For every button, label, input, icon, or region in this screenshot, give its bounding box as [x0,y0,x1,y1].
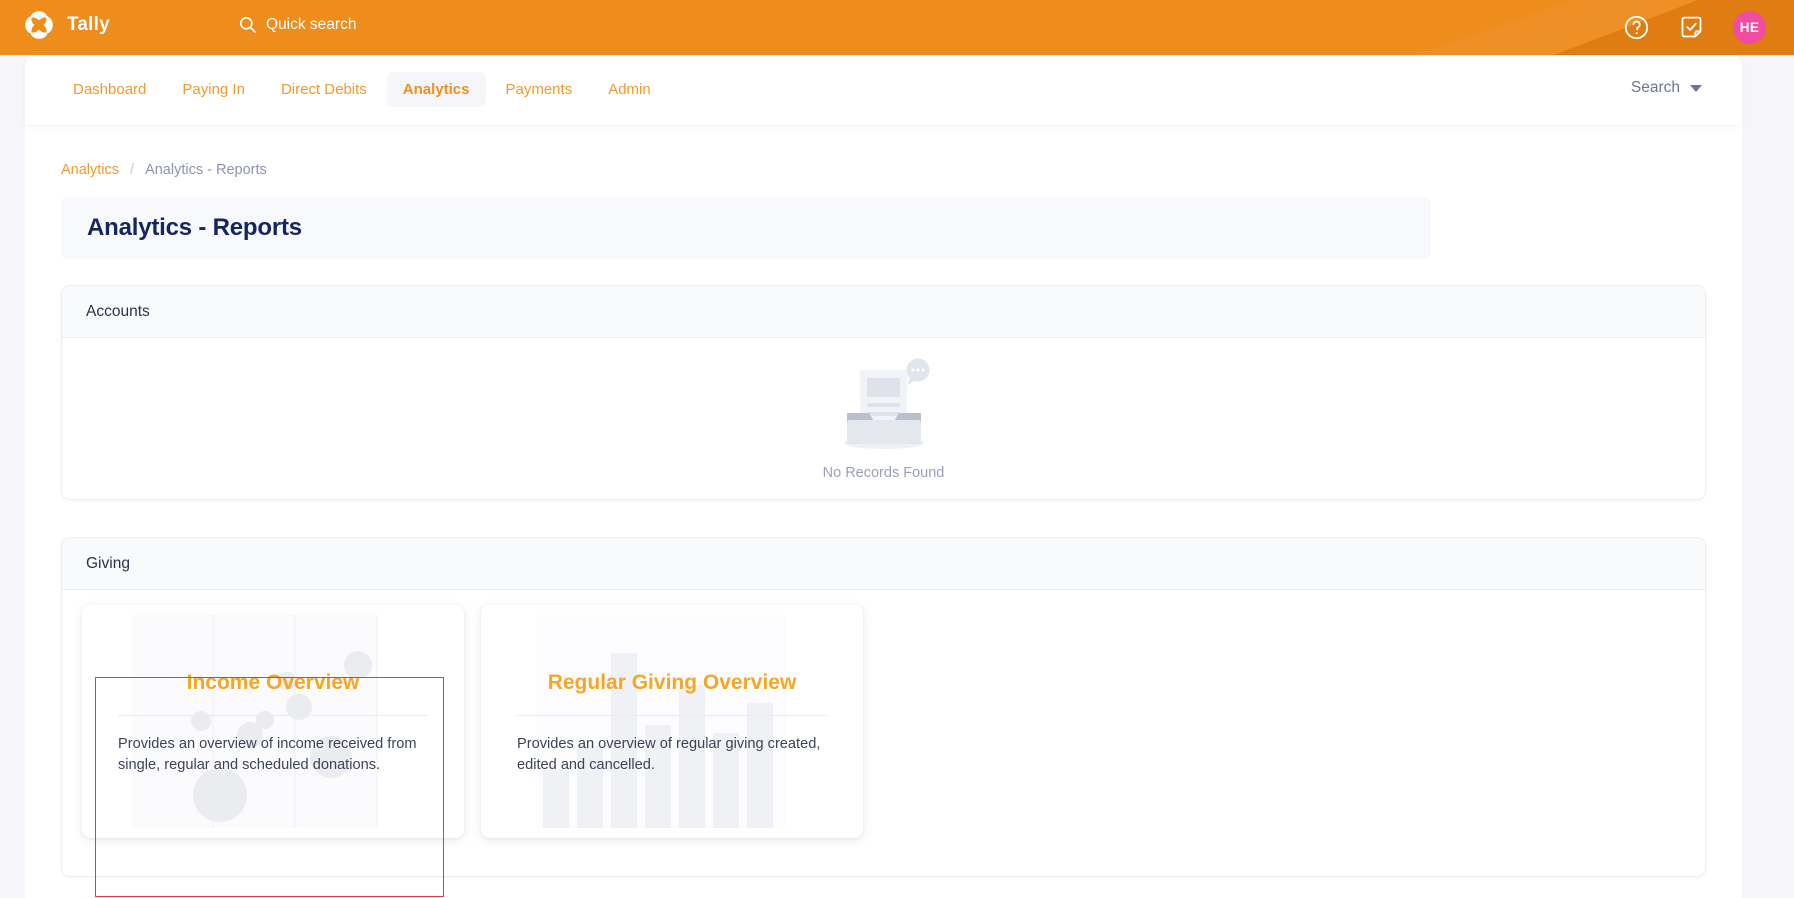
checklist-note-icon[interactable] [1678,14,1705,41]
search-icon [239,16,256,33]
giving-report-card-list: Income Overview Provides an overview of … [62,590,1705,860]
bubble-chart-watermark-icon [132,615,378,828]
right-gutter [1742,125,1794,898]
accounts-section-header: Accounts [62,286,1705,338]
report-card-divider [517,715,827,717]
accounts-empty-state: No Records Found [62,338,1705,499]
accounts-section-title: Accounts [86,302,150,320]
page-title-bar: Analytics - Reports [61,197,1431,259]
nav-item-paying-in[interactable]: Paying In [166,72,261,107]
accounts-empty-text: No Records Found [822,464,945,481]
report-card-description: Provides an overview of income received … [118,736,417,773]
page-title: Analytics - Reports [87,214,302,241]
report-card-title: Income Overview [186,671,360,695]
giving-section-panel: Giving Income Overview Provides an overv… [61,537,1706,877]
giving-section-header: Giving [62,538,1705,590]
quick-search-label: Quick search [266,15,357,33]
nav-item-analytics[interactable]: Analytics [386,72,486,107]
report-card-regular-giving-overview[interactable]: Regular Giving Overview Provides an over… [481,605,863,838]
report-card-income-overview[interactable]: Income Overview Provides an overview of … [82,605,464,838]
nav-search-label: Search [1630,79,1680,96]
report-card-divider [118,715,428,717]
nav-item-payments[interactable]: Payments [490,72,589,107]
top-header-bar: Tally Quick search HE [0,0,1794,55]
accounts-section-panel: Accounts No Records Found [61,285,1706,500]
nav-item-dashboard[interactable]: Dashboard [57,72,162,107]
empty-inbox-illustration-icon [843,358,929,449]
bar-chart-watermark-icon [536,615,786,828]
help-circle-icon[interactable] [1623,14,1650,41]
main-navigation-bar: Dashboard Paying In Direct Debits Analyt… [25,55,1742,125]
header-actions: HE [1623,11,1766,44]
quick-search-button[interactable]: Quick search [238,15,356,34]
nav-item-admin[interactable]: Admin [592,72,667,107]
report-card-description: Provides an overview of regular giving c… [517,736,821,773]
brand-name: Tally [67,14,110,35]
giving-section-title: Giving [86,554,130,572]
breadcrumb-current: Analytics - Reports [145,162,267,178]
breadcrumb-link-analytics[interactable]: Analytics [61,162,119,178]
nav-search-dropdown[interactable]: Search [1631,79,1702,97]
report-card-title: Regular Giving Overview [547,671,797,695]
nav-item-list: Dashboard Paying In Direct Debits Analyt… [57,72,667,107]
tally-pinwheel-logo-icon [25,11,53,39]
chevron-down-icon [1690,84,1702,92]
nav-item-direct-debits[interactable]: Direct Debits [265,72,383,107]
page-content: Analytics / Analytics - Reports Analytic… [25,125,1742,898]
avatar[interactable]: HE [1733,11,1766,44]
breadcrumb-separator: / [130,162,135,178]
breadcrumb: Analytics / Analytics - Reports [61,162,267,178]
brand-logo-area[interactable]: Tally [22,8,110,42]
